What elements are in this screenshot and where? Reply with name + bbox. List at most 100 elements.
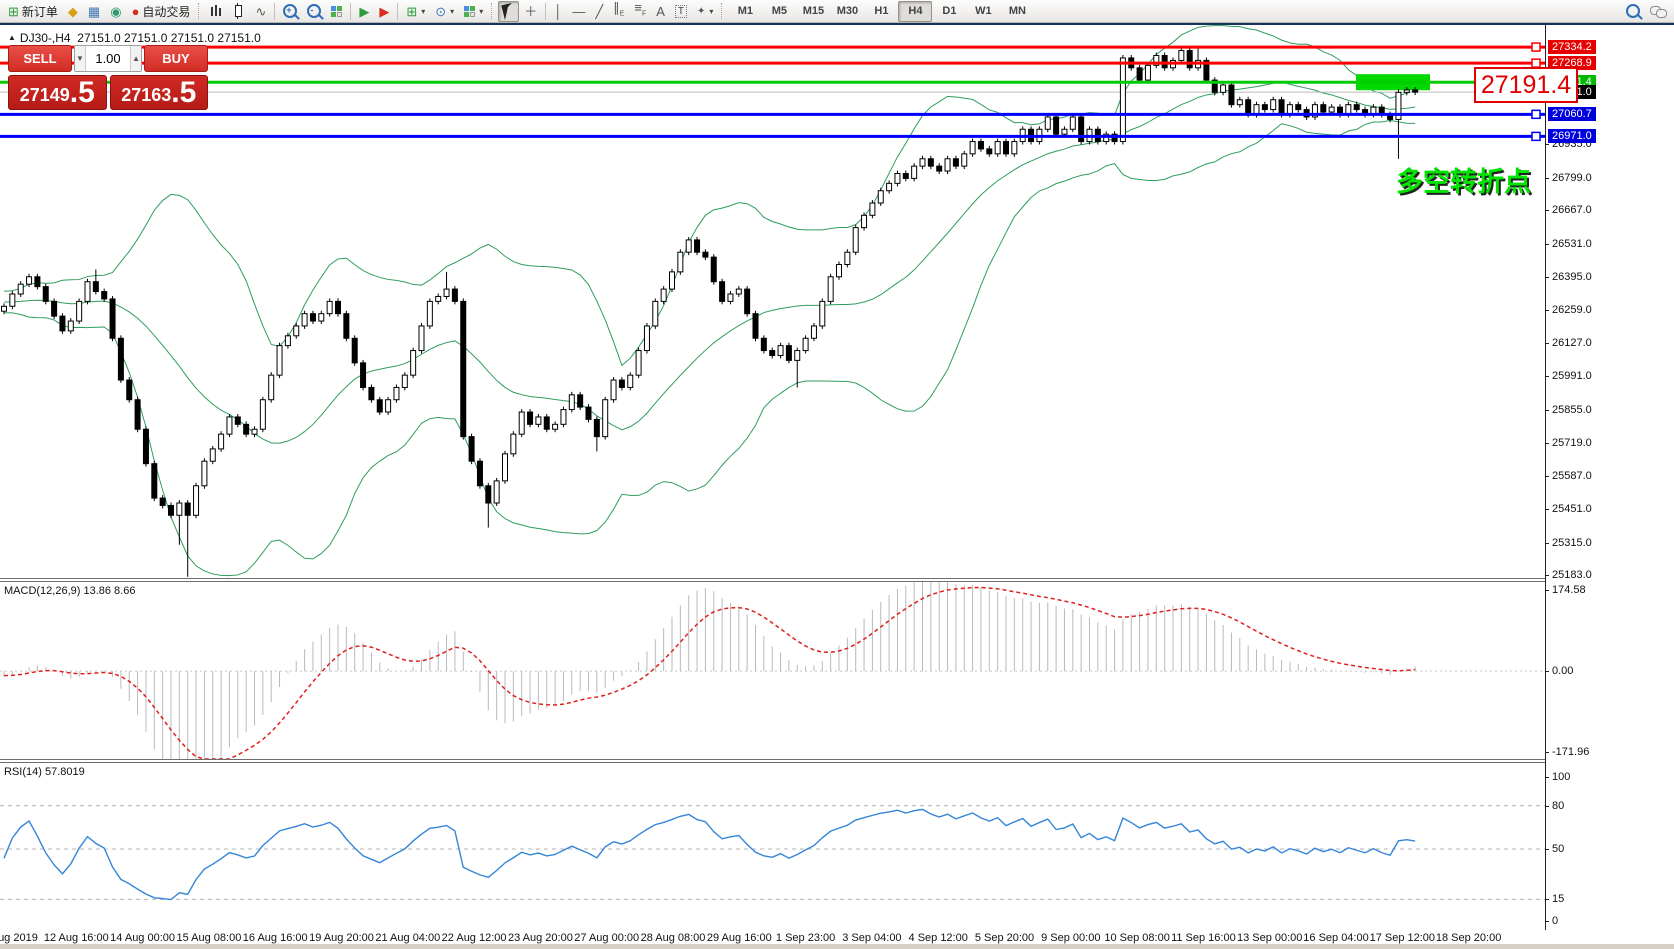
time-axis-label: 17 Sep 12:00 — [1370, 932, 1435, 944]
toolbar-separator — [350, 3, 351, 20]
cursor-tool-button[interactable] — [498, 1, 519, 22]
price-tick: 25183.0 — [1552, 569, 1592, 581]
indicators-icon — [464, 6, 475, 17]
sell-price-frac: .5 — [70, 78, 95, 108]
time-axis-label: 23 Aug 20:00 — [508, 932, 573, 944]
timeframe-d1-button[interactable]: D1 — [932, 1, 966, 22]
vertical-line-tool-button[interactable]: │ — [549, 1, 567, 22]
time-axis-label: 29 Aug 16:00 — [707, 932, 772, 944]
dropdown-arrow-icon: ▾ — [450, 7, 454, 16]
zoom-in-button[interactable]: + — [278, 1, 302, 22]
zoom-out-button[interactable]: - — [302, 1, 326, 22]
bar-chart-button[interactable] — [205, 1, 227, 22]
horizontal-line-tool-button[interactable]: — — [567, 1, 590, 22]
zoom-in-icon: + — [283, 4, 297, 18]
volume-increase-button[interactable]: ▲ — [130, 46, 141, 71]
timeframe-w1-button[interactable]: W1 — [966, 1, 1000, 22]
time-axis-label: 15 Aug 08:00 — [176, 932, 241, 944]
vertical-line-icon: │ — [554, 5, 562, 18]
equidistant-channel-tool-button[interactable]: ∥E — [608, 1, 629, 22]
time-axis-label: 14 Aug 00:00 — [110, 932, 175, 944]
autotrading-button[interactable]: ● 自动交易 — [127, 1, 196, 22]
crosshair-icon: ＋ — [524, 5, 537, 18]
price-level-tag: 27334.2 — [1548, 40, 1596, 54]
search-icon — [1626, 4, 1640, 18]
timeframe-h1-button[interactable]: H1 — [864, 1, 898, 22]
time-axis[interactable]: 9 Aug 2019 12 Aug 16:0014 Aug 00:0015 Aug… — [0, 930, 1674, 944]
rsi-axis-label: 0 — [1552, 915, 1558, 927]
toolbar-separator — [545, 3, 546, 20]
chart-window: ▲DJ30-,H4 27151.0 27151.0 27151.0 27151.… — [0, 25, 1674, 944]
fibonacci-icon: ≡F — [634, 1, 646, 21]
sell-price-int: 27149 — [20, 82, 70, 108]
auto-scroll-button[interactable]: ▶ — [354, 1, 374, 22]
macd-panel[interactable]: MACD(12,26,9) 13.86 8.66 — [0, 582, 1545, 759]
turning-point-annotation[interactable]: 多空转折点 — [1396, 160, 1531, 199]
macd-axis-label: 0.00 — [1552, 665, 1573, 677]
profiles-button[interactable]: ◆ — [63, 1, 83, 22]
text-icon: A — [656, 5, 665, 18]
price-tick: 26259.0 — [1552, 304, 1592, 316]
timeframe-h4-button[interactable]: H4 — [898, 1, 932, 22]
crosshair-tool-button[interactable]: ＋ — [519, 1, 542, 22]
time-axis-label: 13 Sep 00:00 — [1237, 932, 1302, 944]
new-order-button[interactable]: ⊞ 新订单 — [3, 1, 63, 22]
price-chart-panel[interactable]: ▲DJ30-,H4 27151.0 27151.0 27151.0 27151.… — [0, 25, 1545, 578]
timeframe-mn-button[interactable]: MN — [1000, 1, 1034, 22]
symbol-timeframe-label: DJ30-,H4 — [20, 31, 71, 45]
buy-price-box[interactable]: 27163.5 — [110, 75, 209, 110]
navigator-icon: ◉ — [110, 5, 121, 18]
rsi-panel[interactable]: RSI(14) 57.8019 — [0, 763, 1545, 930]
arrow-tools-button[interactable]: ✦▾ — [692, 1, 718, 22]
sell-button[interactable]: SELL — [8, 45, 72, 72]
price-tick: 25991.0 — [1552, 370, 1592, 382]
macd-axis-label: 174.58 — [1552, 584, 1586, 596]
time-axis-label: 12 Aug 16:00 — [44, 932, 109, 944]
buy-button[interactable]: BUY — [144, 45, 208, 72]
text-tool-button[interactable]: A — [651, 1, 670, 22]
time-axis-label: 16 Sep 04:00 — [1303, 932, 1368, 944]
rsi-chart[interactable] — [0, 763, 1545, 930]
navigator-button[interactable]: ◉ — [105, 1, 126, 22]
trend-line-tool-button[interactable]: ╱ — [590, 1, 608, 22]
candlestick-chart-button[interactable] — [227, 1, 250, 22]
timeframe-m30-button[interactable]: M30 — [830, 1, 864, 22]
fibonacci-tool-button[interactable]: ≡F — [629, 1, 651, 22]
dropdown-arrow-icon: ▾ — [421, 7, 425, 16]
volume-decrease-button[interactable]: ▼ — [75, 46, 86, 71]
timeframe-m15-button[interactable]: M15 — [796, 1, 830, 22]
chat-button[interactable] — [1645, 1, 1671, 22]
chart-shift-button[interactable]: ▶ — [374, 1, 394, 22]
price-tick: 26395.0 — [1552, 271, 1592, 283]
periods-button[interactable]: ⊙▾ — [430, 1, 459, 22]
time-axis-label: 28 Aug 08:00 — [641, 932, 706, 944]
line-chart-button[interactable]: ∿ — [250, 1, 271, 22]
price-tick: 26127.0 — [1552, 337, 1592, 349]
timeframe-m5-button[interactable]: M5 — [762, 1, 796, 22]
toolbar-grip — [721, 3, 725, 19]
rsi-axis-label: 80 — [1552, 800, 1564, 812]
tile-windows-button[interactable] — [326, 1, 347, 22]
macd-chart[interactable] — [0, 582, 1545, 759]
text-label-tool-button[interactable]: T — [670, 1, 692, 22]
collapse-arrow-icon: ▲ — [8, 33, 16, 42]
timeframe-m1-button[interactable]: M1 — [728, 1, 762, 22]
volume-input[interactable] — [86, 46, 130, 71]
bar-chart-icon — [210, 5, 222, 17]
price-axis[interactable]: 26935.026799.026667.026531.026395.026259… — [1545, 25, 1674, 930]
indicators-button[interactable]: ▾ — [459, 1, 488, 22]
market-watch-icon: ▦ — [88, 5, 100, 18]
dropdown-arrow-icon: ▾ — [709, 7, 713, 16]
rsi-label: RSI(14) 57.8019 — [4, 766, 85, 778]
time-axis-label: 9 Aug 2019 — [0, 932, 38, 944]
price-callout-label[interactable]: 27191.4 — [1474, 67, 1578, 103]
time-axis-label: 4 Sep 12:00 — [909, 932, 968, 944]
search-button[interactable] — [1621, 1, 1645, 22]
price-tick: 26799.0 — [1552, 172, 1592, 184]
candlestick-chart[interactable] — [0, 25, 1545, 578]
sell-price-box[interactable]: 27149.5 — [8, 75, 107, 110]
price-tick: 25451.0 — [1552, 503, 1592, 515]
time-axis-label: 5 Sep 20:00 — [975, 932, 1034, 944]
market-watch-button[interactable]: ▦ — [83, 1, 105, 22]
new-chart-button[interactable]: ⊞▾ — [401, 1, 430, 22]
